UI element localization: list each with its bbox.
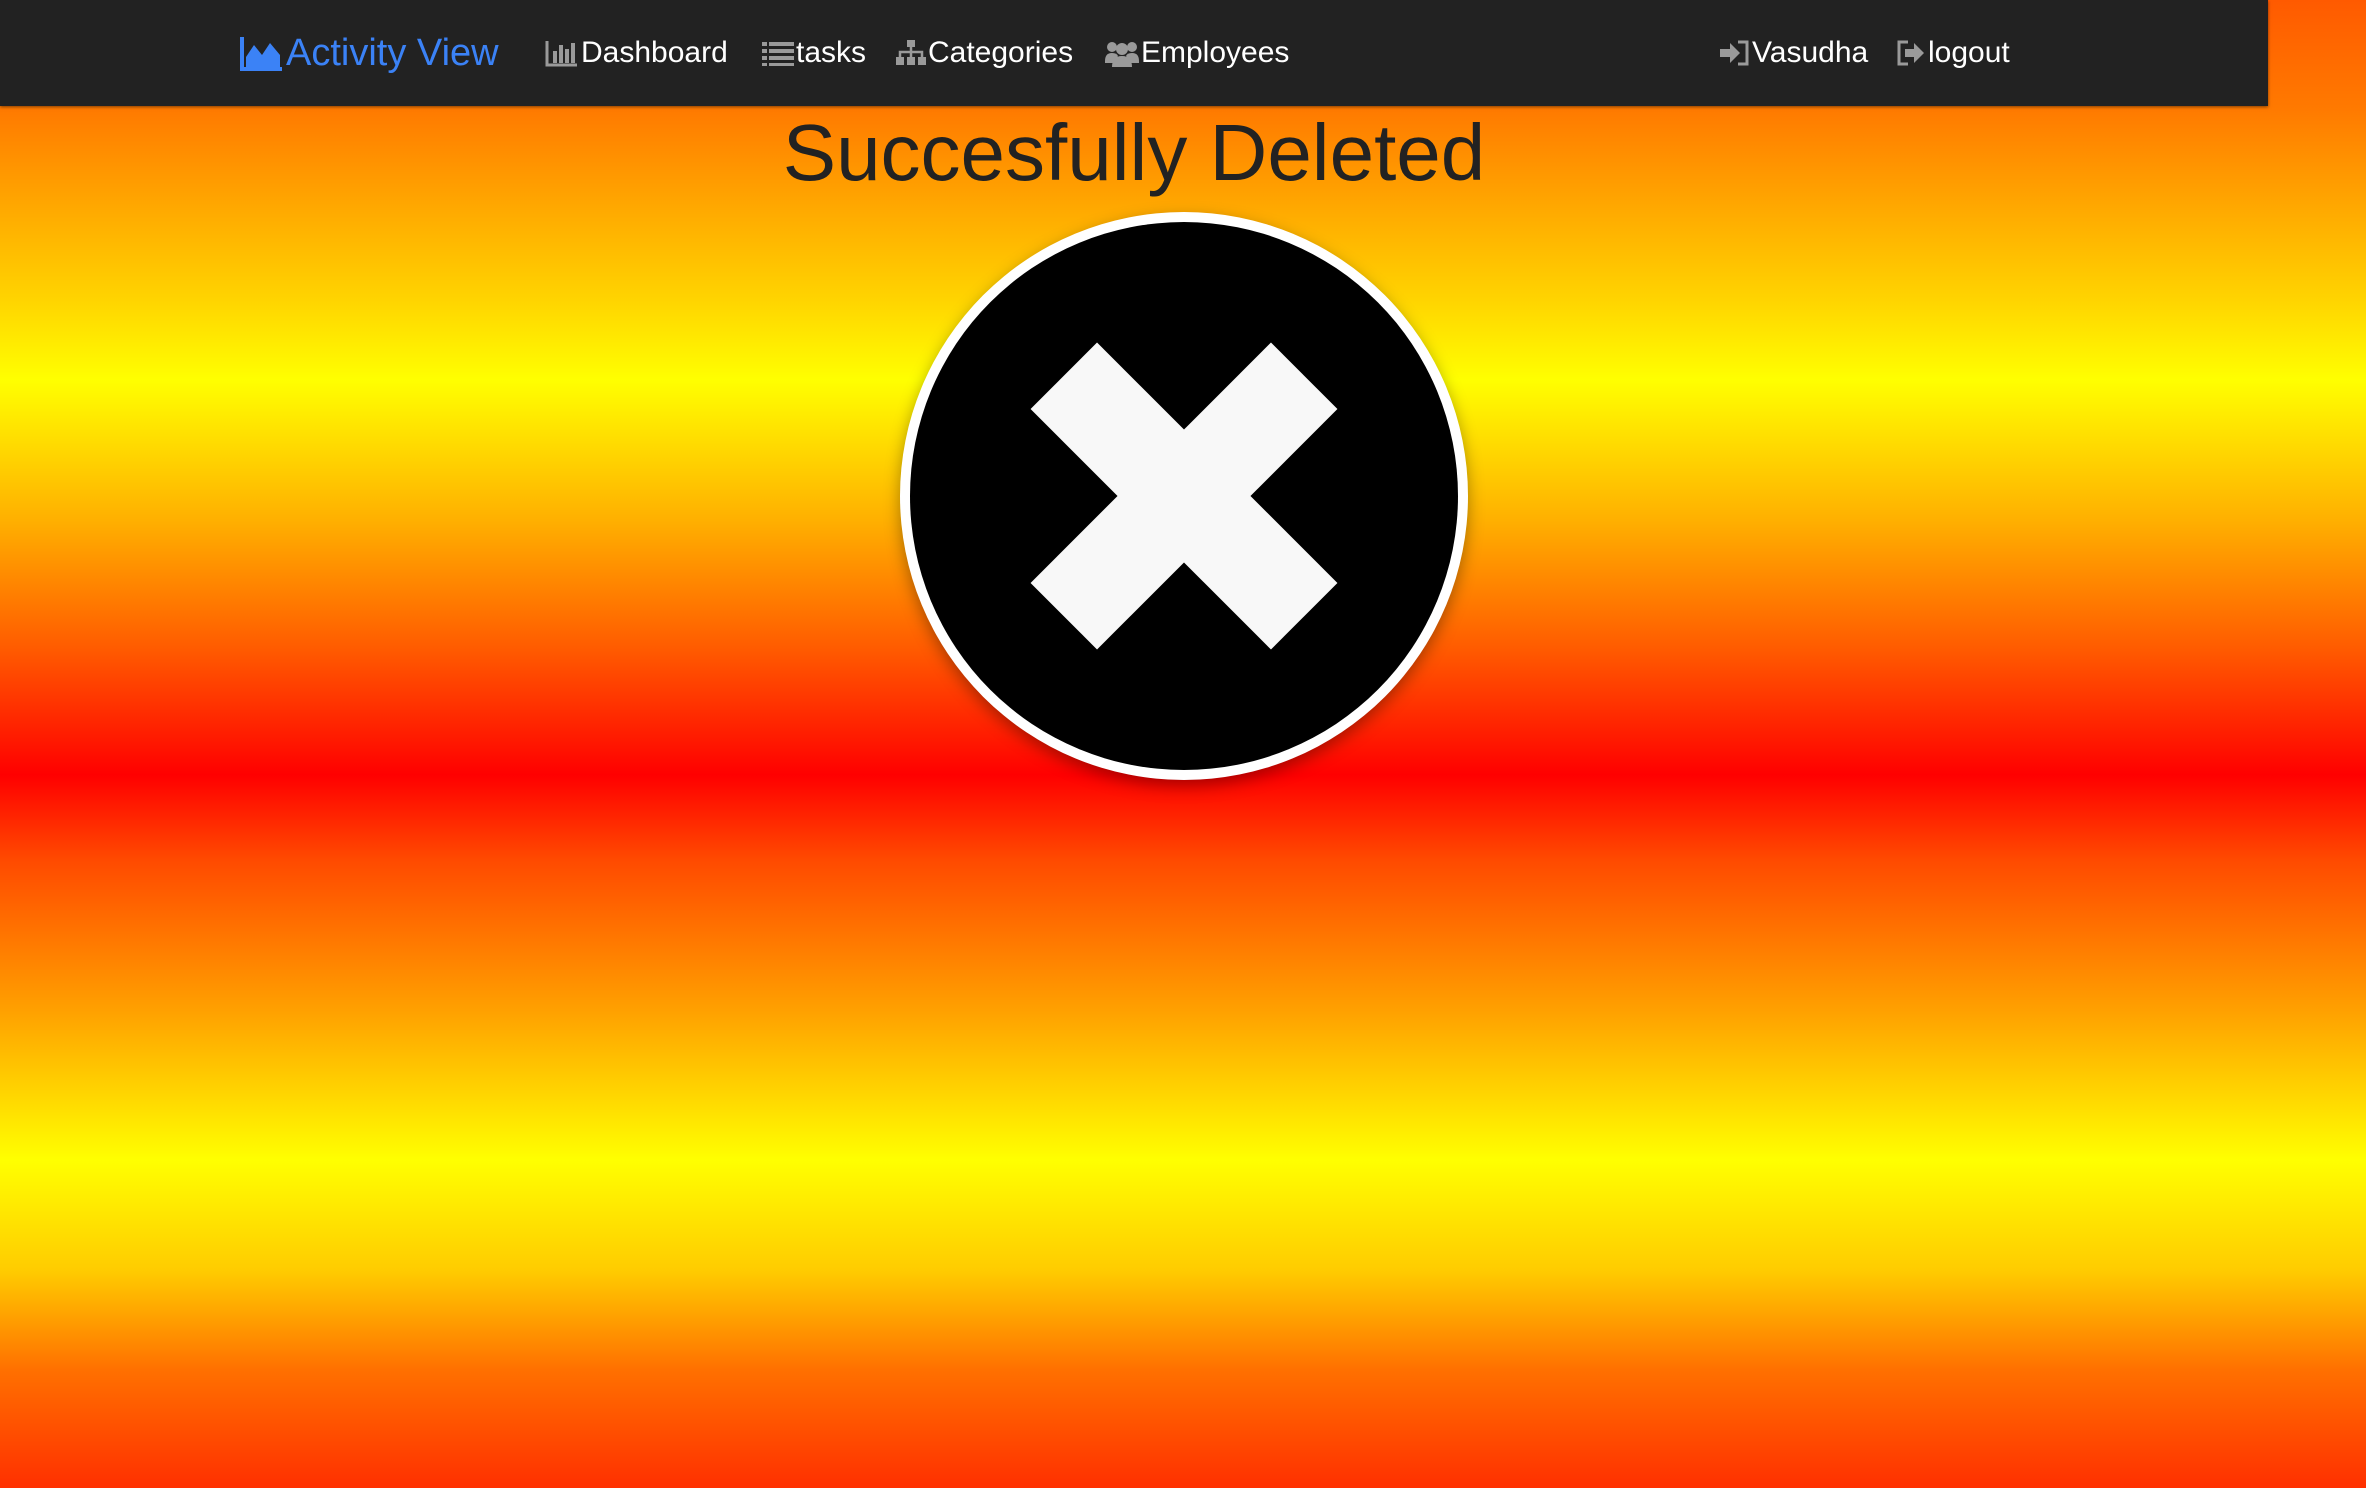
brand-label: Activity View: [286, 31, 499, 74]
nav-item-label: tasks: [796, 36, 867, 69]
nav-item-employees[interactable]: Employees: [1105, 0, 1289, 106]
area-chart-icon: [240, 35, 284, 71]
sitemap-icon: [896, 39, 926, 67]
nav-user-label: Vasudha: [1752, 36, 1869, 69]
nav-logout-label: logout: [1928, 36, 2010, 69]
list-icon: [762, 40, 794, 66]
sign-out-icon: [1896, 39, 1926, 67]
nav-item-tasks[interactable]: tasks: [762, 0, 866, 106]
nav-item-label: Categories: [928, 36, 1074, 69]
sign-in-icon: [1720, 39, 1750, 67]
nav-item-categories[interactable]: Categories: [896, 0, 1073, 106]
nav-item-user[interactable]: Vasudha: [1720, 0, 1868, 106]
nav-item-dashboard[interactable]: Dashboard: [545, 0, 728, 106]
users-icon: [1105, 39, 1139, 67]
delete-x-icon: [900, 212, 1468, 780]
nav-item-label: Dashboard: [581, 36, 728, 69]
top-navbar: Activity View Dashboard tasks Categories…: [0, 0, 2268, 106]
nav-item-logout[interactable]: logout: [1896, 0, 2010, 106]
x-mark-icon: [1030, 342, 1338, 650]
page-title: Succesfully Deleted: [782, 108, 1486, 197]
bar-chart-icon: [545, 39, 579, 67]
brand-link[interactable]: Activity View: [240, 0, 499, 106]
nav-item-label: Employees: [1141, 36, 1290, 69]
